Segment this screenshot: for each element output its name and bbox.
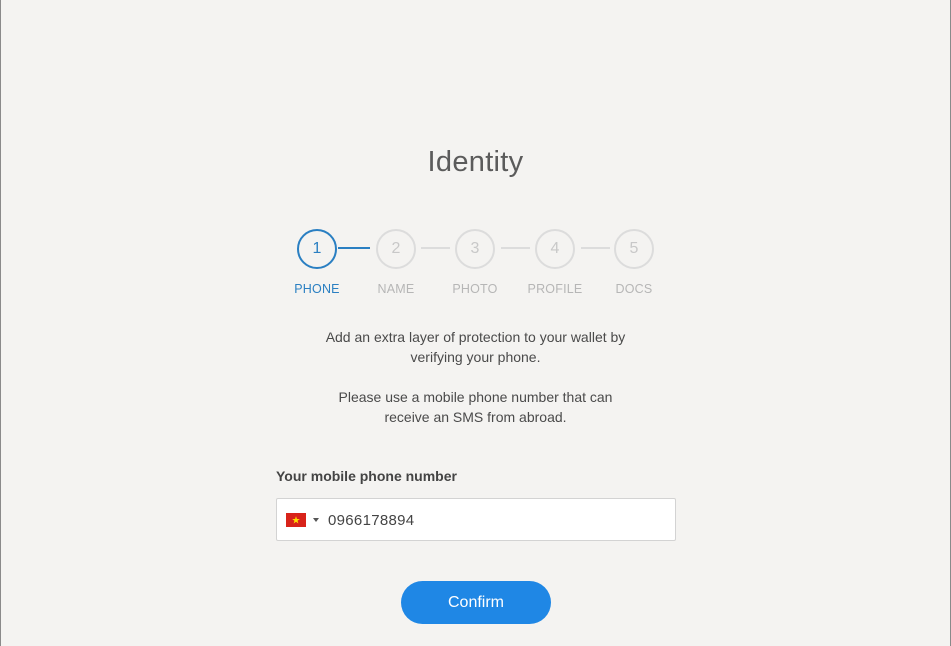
- description-text-1: Add an extra layer of protection to your…: [0, 327, 951, 367]
- description-line: verifying your phone.: [410, 349, 541, 365]
- description-line: Add an extra layer of protection to your…: [325, 329, 626, 345]
- step-circle: 3: [455, 229, 495, 269]
- country-selector[interactable]: [286, 513, 319, 527]
- description-text-2: Please use a mobile phone number that ca…: [0, 387, 951, 427]
- step-docs: 5 DOCS: [584, 229, 684, 296]
- description-line: receive an SMS from abroad.: [384, 409, 567, 425]
- phone-field: [276, 498, 676, 541]
- step-circle: 5: [614, 229, 654, 269]
- vietnam-flag-icon: [286, 513, 306, 527]
- caret-down-icon: [313, 518, 319, 522]
- step-circle: 1: [297, 229, 337, 269]
- phone-field-label: Your mobile phone number: [276, 468, 457, 484]
- step-label: DOCS: [615, 282, 653, 296]
- phone-number-input[interactable]: [328, 507, 658, 533]
- step-circle: 4: [535, 229, 575, 269]
- confirm-button[interactable]: Confirm: [401, 581, 551, 624]
- description-line: Please use a mobile phone number that ca…: [338, 389, 613, 405]
- step-circle: 2: [376, 229, 416, 269]
- progress-stepper: 1 PHONE 2 NAME 3 PHOTO 4 PROFILE 5 DOCS: [0, 0, 951, 310]
